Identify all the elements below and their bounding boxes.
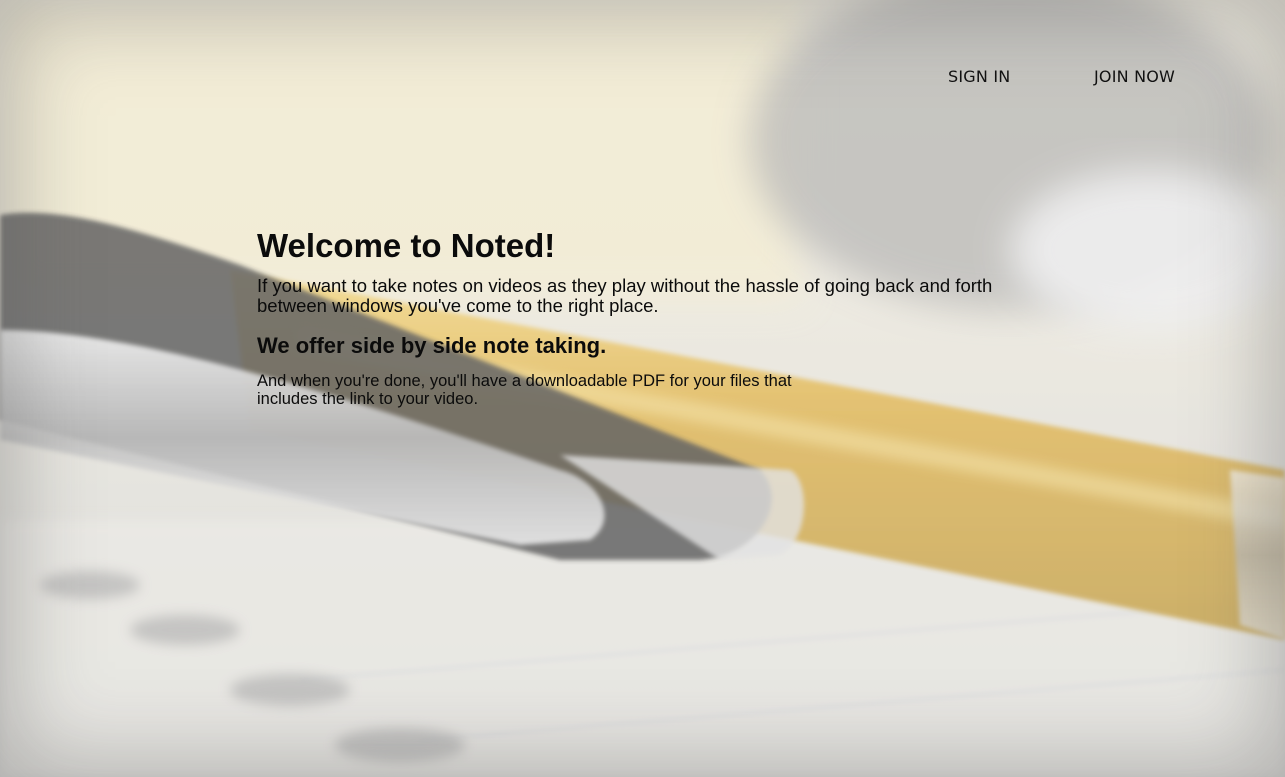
join-now-link[interactable]: JOIN NOW xyxy=(1094,67,1175,86)
sign-in-link[interactable]: SIGN IN xyxy=(948,67,1010,86)
feature-description: And when you're done, you'll have a down… xyxy=(257,372,792,408)
feature-heading: We offer side by side note taking. xyxy=(257,333,607,358)
intro-text: If you want to take notes on videos as t… xyxy=(257,275,993,316)
top-nav: SIGN IN JOIN NOW xyxy=(0,67,1285,91)
page-title: Welcome to Noted! xyxy=(257,227,556,264)
hero-section: Welcome to Noted! If you want to take no… xyxy=(257,226,1037,408)
